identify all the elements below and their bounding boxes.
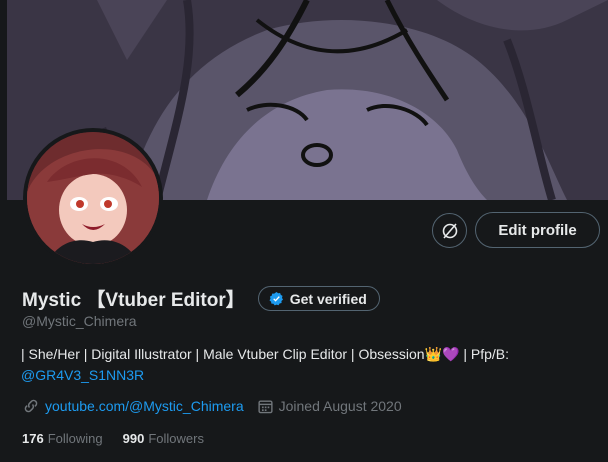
following-count: 176: [22, 431, 44, 446]
bio-text: | She/Her | Digital Illustrator | Male V…: [21, 346, 425, 362]
circle-slash-icon: [442, 222, 457, 239]
profile-meta: youtube.com/@Mystic_Chimera Joined Augus…: [22, 397, 415, 415]
followers-link[interactable]: 990 Followers: [123, 431, 204, 446]
display-name: Mystic 【Vtuber Editor】: [22, 290, 245, 311]
bio-tail: | Pfp/B:: [459, 346, 510, 362]
avatar-art: [27, 132, 159, 264]
followers-label: Followers: [148, 431, 204, 446]
avatar[interactable]: [27, 132, 159, 264]
verified-badge-icon: [269, 291, 283, 306]
website-link[interactable]: youtube.com/@Mystic_Chimera: [45, 398, 244, 414]
bio-mention-link[interactable]: @GR4V3_S1NN3R: [21, 367, 144, 383]
avatar-frame[interactable]: [23, 128, 163, 268]
website-item: youtube.com/@Mystic_Chimera: [22, 397, 244, 415]
get-verified-button[interactable]: Get verified: [257, 286, 380, 311]
circle-slash-button[interactable]: [432, 213, 467, 248]
get-verified-label: Get verified: [289, 290, 367, 307]
link-icon: [24, 399, 38, 413]
calendar-icon: [258, 399, 273, 413]
purple-heart-emoji: 💜: [442, 346, 460, 362]
following-link[interactable]: 176 Following: [22, 431, 103, 446]
joined-item: Joined August 2020: [257, 398, 402, 415]
followers-count: 990: [122, 431, 145, 446]
edit-profile-button[interactable]: Edit profile: [475, 212, 600, 248]
joined-date: Joined August 2020: [278, 398, 402, 414]
crown-emoji: 👑: [424, 346, 443, 362]
following-label: Following: [47, 431, 103, 446]
profile-handle: @Mystic_Chimera: [22, 313, 137, 329]
name-row: Mystic 【Vtuber Editor】 Get verified: [22, 285, 380, 312]
profile-bio: | She/Her | Digital Illustrator | Male V…: [21, 344, 601, 386]
profile-page: Edit profile Mystic 【Vtuber Editor】 Get …: [7, 0, 608, 462]
follow-stats: 176 Following 990 Followers: [22, 431, 224, 446]
